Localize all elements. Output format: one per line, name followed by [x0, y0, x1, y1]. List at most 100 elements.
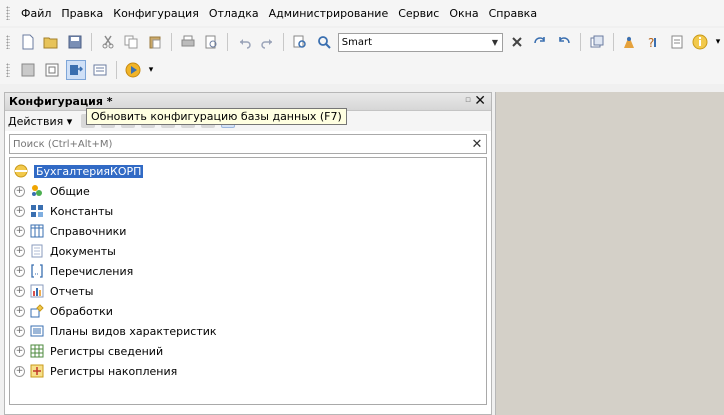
- tree-search[interactable]: ✕: [9, 134, 487, 154]
- tree-item-info-registers[interactable]: + Регистры сведений: [10, 341, 486, 361]
- print-icon[interactable]: [178, 32, 198, 52]
- pin-icon[interactable]: ▫: [465, 95, 471, 105]
- windows-icon[interactable]: [587, 32, 607, 52]
- tree-item-label: Документы: [50, 244, 116, 258]
- tree-item-label: Регистры сведений: [50, 344, 164, 358]
- copy-icon[interactable]: [122, 32, 142, 52]
- tree-item-label: Общие: [50, 184, 90, 198]
- search-combo-input[interactable]: [338, 33, 488, 51]
- expand-icon[interactable]: +: [14, 225, 25, 237]
- help-wizard-icon[interactable]: [620, 32, 640, 52]
- expand-icon[interactable]: +: [14, 345, 25, 357]
- menu-configuration[interactable]: Конфигурация: [108, 7, 204, 20]
- menu-administration[interactable]: Администрирование: [264, 7, 394, 20]
- toolbar-grip[interactable]: [6, 35, 10, 49]
- chart-types-icon: [30, 324, 44, 338]
- config-toolbar: ▾: [0, 56, 724, 84]
- cut-icon[interactable]: [98, 32, 118, 52]
- toolbar-separator: [283, 33, 285, 51]
- toolbar-overflow-icon[interactable]: ▾: [714, 32, 722, 52]
- tree-item-reports[interactable]: + Отчеты: [10, 281, 486, 301]
- toolbar-separator: [90, 33, 92, 51]
- tree-search-input[interactable]: [10, 138, 468, 150]
- update-db-config-icon[interactable]: [66, 60, 86, 80]
- menu-service[interactable]: Сервис: [393, 7, 444, 20]
- open-db-config-icon[interactable]: [90, 60, 110, 80]
- tree-item-enums[interactable]: + Перечисления: [10, 261, 486, 281]
- open-file-icon[interactable]: [42, 32, 62, 52]
- tree-item-constants[interactable]: + Константы: [10, 201, 486, 221]
- expand-icon[interactable]: +: [14, 205, 25, 217]
- toolbar-separator: [170, 33, 172, 51]
- tree-item-chart-types[interactable]: + Планы видов характеристик: [10, 321, 486, 341]
- tree-item-label: Планы видов характеристик: [50, 324, 217, 338]
- actions-button[interactable]: Действия ▾: [8, 115, 72, 128]
- catalogs-icon: [30, 224, 44, 238]
- svg-text:?: ?: [648, 36, 654, 49]
- toolbar-separator: [612, 33, 614, 51]
- expand-icon[interactable]: +: [14, 305, 25, 317]
- workspace-area: [495, 92, 724, 415]
- processing-icon: [30, 304, 44, 318]
- menu-grip[interactable]: [6, 6, 10, 20]
- enums-icon: [30, 264, 44, 278]
- reports-icon: [30, 284, 44, 298]
- expand-icon[interactable]: +: [14, 325, 25, 337]
- toolbar-separator: [116, 61, 117, 79]
- toolbar-separator: [227, 33, 229, 51]
- compare-config-icon[interactable]: [42, 60, 62, 80]
- new-file-icon[interactable]: [18, 32, 38, 52]
- start-debug-icon[interactable]: [123, 60, 143, 80]
- paste-icon[interactable]: [145, 32, 165, 52]
- menu-file[interactable]: Файл: [16, 7, 56, 20]
- chevron-down-icon[interactable]: ▼: [488, 34, 502, 51]
- expand-icon[interactable]: +: [14, 365, 25, 377]
- toolbar-overflow-icon[interactable]: ▾: [147, 60, 155, 80]
- find-next-icon[interactable]: [531, 32, 551, 52]
- print-preview-icon[interactable]: [202, 32, 222, 52]
- tree-item-label: Регистры накопления: [50, 364, 178, 378]
- tree-item-label: Перечисления: [50, 264, 134, 278]
- config-window-icon[interactable]: [18, 60, 38, 80]
- syntax-helper-icon[interactable]: [667, 32, 687, 52]
- tree-item-label: Обработки: [50, 304, 113, 318]
- common-icon: [30, 184, 44, 198]
- accum-registers-icon: [30, 364, 44, 378]
- search-icon[interactable]: [314, 32, 334, 52]
- tree-item-accum-registers[interactable]: + Регистры накопления: [10, 361, 486, 381]
- menu-help[interactable]: Справка: [484, 7, 542, 20]
- tree-root-label: БухгалтерияКОРП: [34, 164, 144, 178]
- tooltip: Обновить конфигурацию базы данных (F7): [86, 108, 347, 125]
- help-question-icon[interactable]: ?: [643, 32, 663, 52]
- find-in-file-icon[interactable]: [290, 32, 310, 52]
- menu-edit[interactable]: Правка: [56, 7, 108, 20]
- expand-icon[interactable]: +: [14, 185, 25, 197]
- expand-icon[interactable]: +: [14, 265, 25, 277]
- clear-search-icon[interactable]: [507, 32, 527, 52]
- clear-search-icon[interactable]: ✕: [468, 137, 486, 152]
- tree-root[interactable]: БухгалтерияКОРП: [10, 161, 486, 181]
- find-prev-icon[interactable]: [554, 32, 574, 52]
- tree-item-label: Отчеты: [50, 284, 94, 298]
- expand-icon[interactable]: +: [14, 245, 25, 257]
- constants-icon: [30, 204, 44, 218]
- search-combo[interactable]: ▼: [337, 32, 503, 52]
- tree-item-processing[interactable]: + Обработки: [10, 301, 486, 321]
- config-tree: БухгалтерияКОРП + Общие + Константы + Сп…: [9, 157, 487, 405]
- menu-debug[interactable]: Отладка: [204, 7, 264, 20]
- undo-icon[interactable]: [234, 32, 254, 52]
- close-icon[interactable]: ✕: [474, 93, 486, 109]
- info-icon[interactable]: [690, 32, 710, 52]
- configuration-panel: Конфигурация * ▫ ✕ Действия ▾ ✕ Бухгалте…: [4, 92, 492, 415]
- tree-item-label: Константы: [50, 204, 114, 218]
- redo-icon[interactable]: [258, 32, 278, 52]
- save-icon[interactable]: [65, 32, 85, 52]
- toolbar-grip[interactable]: [6, 63, 10, 77]
- tree-item-common[interactable]: + Общие: [10, 181, 486, 201]
- expand-icon[interactable]: +: [14, 285, 25, 297]
- menu-windows[interactable]: Окна: [444, 7, 483, 20]
- documents-icon: [30, 244, 44, 258]
- standard-toolbar: ▼ ? ▾: [0, 28, 724, 56]
- tree-item-documents[interactable]: + Документы: [10, 241, 486, 261]
- tree-item-catalogs[interactable]: + Справочники: [10, 221, 486, 241]
